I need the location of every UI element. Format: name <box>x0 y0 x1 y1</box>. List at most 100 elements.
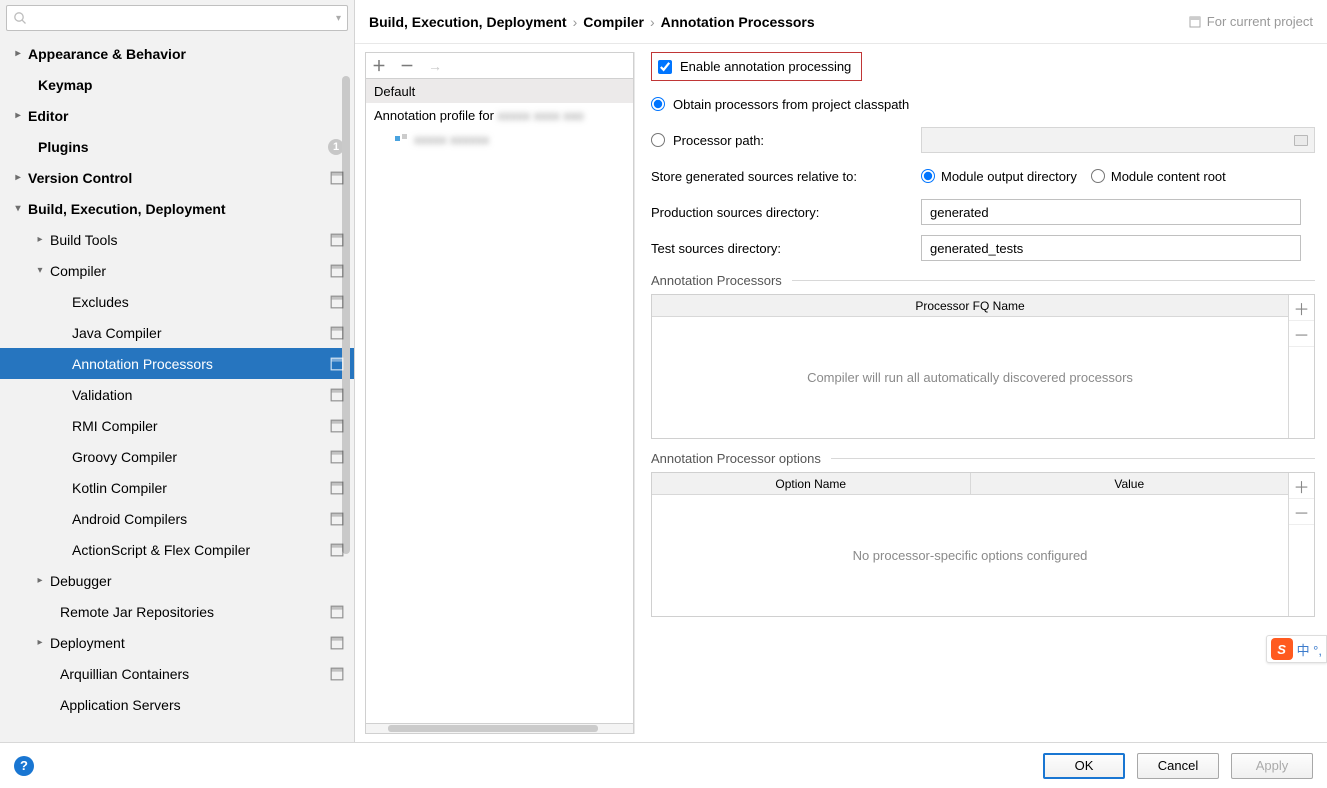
search-icon <box>13 11 27 25</box>
processor-path-radio[interactable]: Processor path: <box>651 133 921 148</box>
sidebar-item-keymap[interactable]: Keymap <box>0 69 354 100</box>
remove-processor-button[interactable]: － <box>1289 321 1314 347</box>
ok-button[interactable]: OK <box>1043 753 1125 779</box>
breadcrumb-sep-icon: › <box>650 14 655 30</box>
sidebar-item-application-servers[interactable]: Application Servers <box>0 689 354 720</box>
sidebar-item-remote-jar-repositories[interactable]: Remote Jar Repositories <box>0 596 354 627</box>
settings-tree[interactable]: ▸Appearance & BehaviorKeymap▸EditorPlugi… <box>0 36 354 742</box>
breadcrumb-sep-icon: › <box>573 14 578 30</box>
module-icon <box>394 132 408 146</box>
chevron-right-icon: ▸ <box>30 637 50 648</box>
profile-item[interactable]: Annotation profile for xxxxx xxxx xxo <box>366 103 633 127</box>
sidebar-item-label: Android Compilers <box>72 511 324 527</box>
sidebar-item-label: Application Servers <box>60 697 344 713</box>
sidebar-item-appearance-behavior[interactable]: ▸Appearance & Behavior <box>0 38 354 69</box>
add-option-button[interactable]: ＋ <box>1289 473 1314 499</box>
apply-button: Apply <box>1231 753 1313 779</box>
profile-toolbar: ＋ － → <box>365 52 634 78</box>
production-dir-input[interactable] <box>921 199 1301 225</box>
sidebar-item-label: Java Compiler <box>72 325 324 341</box>
sidebar-item-label: Annotation Processors <box>72 356 324 372</box>
sidebar-item-label: Keymap <box>38 77 344 93</box>
test-dir-label: Test sources directory: <box>651 241 921 256</box>
sidebar-item-debugger[interactable]: ▸Debugger <box>0 565 354 596</box>
enable-checkbox-input[interactable] <box>658 60 672 74</box>
ime-lang-label: 中 °, <box>1297 640 1322 659</box>
chevron-down-icon: ▾ <box>30 265 50 276</box>
remove-option-button[interactable]: － <box>1289 499 1314 525</box>
sidebar-item-label: Arquillian Containers <box>60 666 324 682</box>
cancel-button[interactable]: Cancel <box>1137 753 1219 779</box>
chevron-right-icon: ▸ <box>30 234 50 245</box>
sidebar-item-editor[interactable]: ▸Editor <box>0 100 354 131</box>
profile-list[interactable]: Default Annotation profile for xxxxx xxx… <box>365 78 634 724</box>
sidebar-item-compiler[interactable]: ▾Compiler <box>0 255 354 286</box>
sidebar-item-arquillian-containers[interactable]: Arquillian Containers <box>0 658 354 689</box>
sidebar-item-label: Validation <box>72 387 324 403</box>
add-processor-button[interactable]: ＋ <box>1289 295 1314 321</box>
dialog-footer: ? OK Cancel Apply <box>0 742 1327 788</box>
project-scope-icon <box>330 295 344 309</box>
profile-default[interactable]: Default <box>366 79 633 103</box>
processor-path-input <box>921 127 1315 153</box>
sidebar-item-rmi-compiler[interactable]: RMI Compiler <box>0 410 354 441</box>
project-scope-icon <box>330 667 344 681</box>
ime-indicator[interactable]: S 中 °, <box>1266 635 1327 663</box>
remove-profile-button[interactable]: － <box>400 59 414 73</box>
profile-module[interactable]: xxxxx xxxxxx <box>366 127 633 151</box>
options-col-name: Option Name <box>652 473 971 494</box>
sidebar-item-excludes[interactable]: Excludes <box>0 286 354 317</box>
sidebar-item-java-compiler[interactable]: Java Compiler <box>0 317 354 348</box>
sidebar-item-plugins[interactable]: Plugins1 <box>0 131 354 162</box>
sidebar-search-input[interactable] <box>27 11 336 26</box>
profile-h-scrollbar[interactable] <box>365 724 634 734</box>
add-profile-button[interactable]: ＋ <box>372 59 386 73</box>
chevron-right-icon: ▸ <box>8 48 28 59</box>
for-current-project-label: For current project <box>1189 14 1313 29</box>
project-scope-icon <box>330 481 344 495</box>
sidebar-item-actionscript-flex-compiler[interactable]: ActionScript & Flex Compiler <box>0 534 354 565</box>
sidebar-search[interactable]: ▾ <box>6 5 348 31</box>
module-content-root-radio[interactable]: Module content root <box>1091 169 1226 184</box>
store-relative-label: Store generated sources relative to: <box>651 169 921 184</box>
sidebar-item-annotation-processors[interactable]: Annotation Processors <box>0 348 354 379</box>
sidebar-item-deployment[interactable]: ▸Deployment <box>0 627 354 658</box>
breadcrumb-c: Annotation Processors <box>661 14 815 30</box>
project-scope-icon <box>1189 16 1201 28</box>
sidebar-item-label: Version Control <box>28 170 324 186</box>
sidebar-item-label: Groovy Compiler <box>72 449 324 465</box>
sidebar-item-android-compilers[interactable]: Android Compilers <box>0 503 354 534</box>
sidebar-item-build-tools[interactable]: ▸Build Tools <box>0 224 354 255</box>
project-scope-icon <box>330 357 344 371</box>
module-output-dir-radio[interactable]: Module output directory <box>921 169 1077 184</box>
obtain-from-classpath-radio[interactable]: Obtain processors from project classpath <box>651 97 909 112</box>
project-scope-icon <box>330 543 344 557</box>
sidebar-item-kotlin-compiler[interactable]: Kotlin Compiler <box>0 472 354 503</box>
sidebar-item-label: RMI Compiler <box>72 418 324 434</box>
chevron-right-icon: ▸ <box>8 110 28 121</box>
project-scope-icon <box>330 450 344 464</box>
profile-panel: ＋ － → Default Annotation profile for xxx… <box>365 52 635 734</box>
sidebar-item-groovy-compiler[interactable]: Groovy Compiler <box>0 441 354 472</box>
options-table: Option Name Value No processor-specific … <box>651 472 1315 617</box>
sidebar-item-label: Excludes <box>72 294 324 310</box>
sidebar-item-validation[interactable]: Validation <box>0 379 354 410</box>
enable-annotation-processing-checkbox[interactable]: Enable annotation processing <box>651 52 862 81</box>
sidebar-item-label: Appearance & Behavior <box>28 46 344 62</box>
processors-table: Processor FQ Name Compiler will run all … <box>651 294 1315 439</box>
sidebar-item-build-execution-deployment[interactable]: ▾Build, Execution, Deployment <box>0 193 354 224</box>
test-dir-input[interactable] <box>921 235 1301 261</box>
settings-sidebar: ▾ ▸Appearance & BehaviorKeymap▸EditorPlu… <box>0 0 355 742</box>
sidebar-item-version-control[interactable]: ▸Version Control <box>0 162 354 193</box>
sidebar-item-label: Kotlin Compiler <box>72 480 324 496</box>
project-scope-icon <box>330 605 344 619</box>
project-scope-icon <box>330 388 344 402</box>
project-scope-icon <box>330 636 344 650</box>
dropdown-icon[interactable]: ▾ <box>336 13 341 24</box>
processors-section-title: Annotation Processors <box>651 273 1315 288</box>
processors-table-header: Processor FQ Name <box>652 295 1288 316</box>
content-header: Build, Execution, Deployment › Compiler … <box>355 0 1327 44</box>
project-scope-icon <box>330 264 344 278</box>
options-table-empty: No processor-specific options configured <box>652 495 1288 616</box>
help-button[interactable]: ? <box>14 756 34 776</box>
